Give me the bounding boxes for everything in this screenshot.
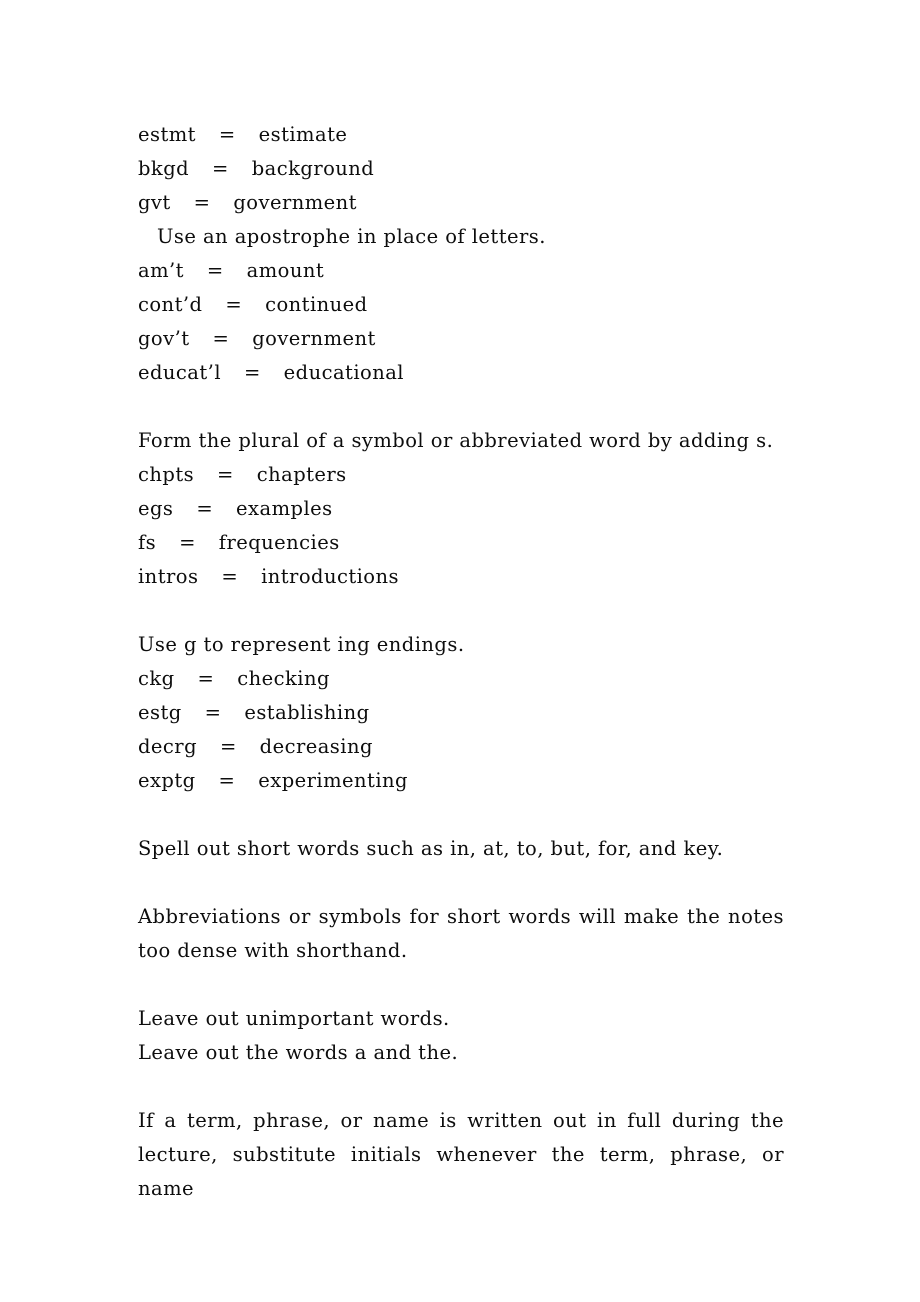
text-line: exptg = experimenting — [138, 769, 408, 792]
text-line: Spell out short words such as in, at, to… — [138, 837, 724, 860]
text-line: If a term, phrase, or name is written ou… — [138, 1109, 784, 1132]
text-line: egs = examples — [138, 497, 333, 520]
text-line: educat’l = educational — [138, 361, 404, 384]
text-line: Use g to represent ing endings. — [138, 633, 465, 656]
text-line: Leave out unimportant words. — [138, 1007, 450, 1030]
text-line: cont’d = continued — [138, 293, 368, 316]
text-line: ckg = checking — [138, 667, 330, 690]
text-line: decrg = decreasing — [138, 735, 373, 758]
text-line: Abbreviations or symbols for short words… — [138, 905, 784, 928]
block-abbrev-contractions: estmt = estimate bkgd = background gvt = g… — [138, 118, 784, 390]
text-line: Leave out the words a and the. — [138, 1041, 459, 1064]
text-line: chpts = chapters — [138, 463, 347, 486]
text-line: gvt = government — [138, 191, 357, 214]
text-line: too dense with shorthand. — [138, 939, 408, 962]
text-line: estg = establishing — [138, 701, 370, 724]
text-line: bkgd = background — [138, 157, 375, 180]
document-text-body: estmt = estimate bkgd = background gvt = g… — [138, 118, 784, 1206]
text-line: Use an apostrophe in place of letters. — [157, 225, 546, 248]
text-line: gov’t = government — [138, 327, 376, 350]
block-ing-endings: Use g to represent ing endings. ckg = che… — [138, 628, 784, 798]
text-line: intros = introductions — [138, 565, 399, 588]
block-leave-out: Leave out unimportant words. Leave out th… — [138, 1002, 784, 1070]
block-plurals: Form the plural of a symbol or abbreviat… — [138, 424, 784, 594]
block-too-dense: Abbreviations or symbols for short words… — [138, 900, 784, 968]
text-line: Form the plural of a symbol or abbreviat… — [138, 429, 774, 452]
text-line: fs = frequencies — [138, 531, 340, 554]
document-page: estmt = estimate bkgd = background gvt = g… — [0, 0, 920, 1302]
block-spell-out-short-words: Spell out short words such as in, at, to… — [138, 832, 784, 866]
text-line: estmt = estimate — [138, 123, 348, 146]
block-initials: If a term, phrase, or name is written ou… — [138, 1104, 784, 1206]
text-line: lecture, substitute initials whenever th… — [138, 1143, 784, 1200]
text-line: am’t = amount — [138, 259, 325, 282]
